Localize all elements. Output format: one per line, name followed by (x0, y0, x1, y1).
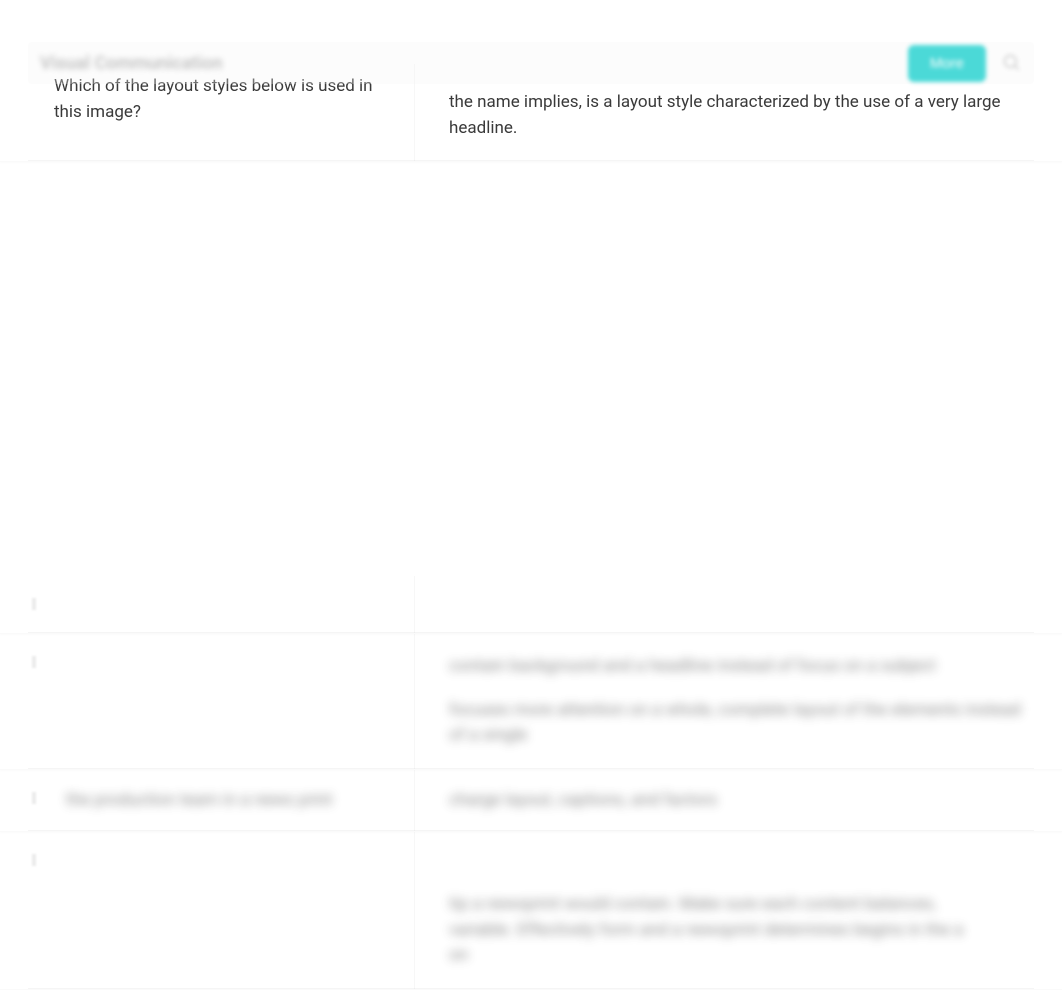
flashcard-answer-cell: charge layout, captions, and factors (415, 770, 1062, 832)
more-button[interactable]: More (908, 45, 986, 82)
flashcard-question-cell (0, 832, 415, 989)
row-indicator-icon (32, 656, 36, 668)
flashcard-answer-cell: contain background and a headline instea… (415, 634, 1062, 769)
flashcard-row: the production team in a news print char… (0, 770, 1062, 833)
header-title: Visual Communication (40, 53, 908, 74)
flashcard-row: tip a newsprint would contain. Make sure… (0, 832, 1062, 990)
flashcard-row: contain background and a headline instea… (0, 634, 1062, 770)
answer-text: the name implies, is a layout style char… (449, 90, 1022, 141)
answer-text: variable. Effectively form and a newspri… (449, 918, 1022, 944)
answer-text: focuses more attention on a whole, compl… (449, 698, 1022, 749)
row-indicator-icon (32, 598, 36, 610)
page-header: Visual Communication More (28, 42, 1034, 84)
flashcard-question-cell (0, 576, 415, 633)
flashcard-question-cell (0, 634, 415, 769)
row-indicator-icon (32, 854, 36, 866)
answer-text: charge layout, captions, and factors (449, 788, 1022, 814)
flashcard-list: Which of the layout styles below is used… (0, 0, 1062, 990)
answer-text: contain background and a headline instea… (449, 654, 1022, 680)
answer-text: on (449, 943, 1022, 969)
flashcard-row (0, 576, 1062, 634)
search-icon[interactable] (1002, 53, 1022, 73)
row-indicator-icon (32, 792, 36, 804)
flashcard-question-cell: the production team in a news print (0, 770, 415, 832)
flashcard-answer-cell (415, 576, 1062, 633)
flashcard-answer-cell: tip a newsprint would contain. Make sure… (415, 832, 1062, 989)
content-spacer (0, 162, 1062, 576)
answer-text: tip a newsprint would contain. Make sure… (449, 892, 1022, 918)
question-text: the production team in a news print (54, 788, 384, 814)
